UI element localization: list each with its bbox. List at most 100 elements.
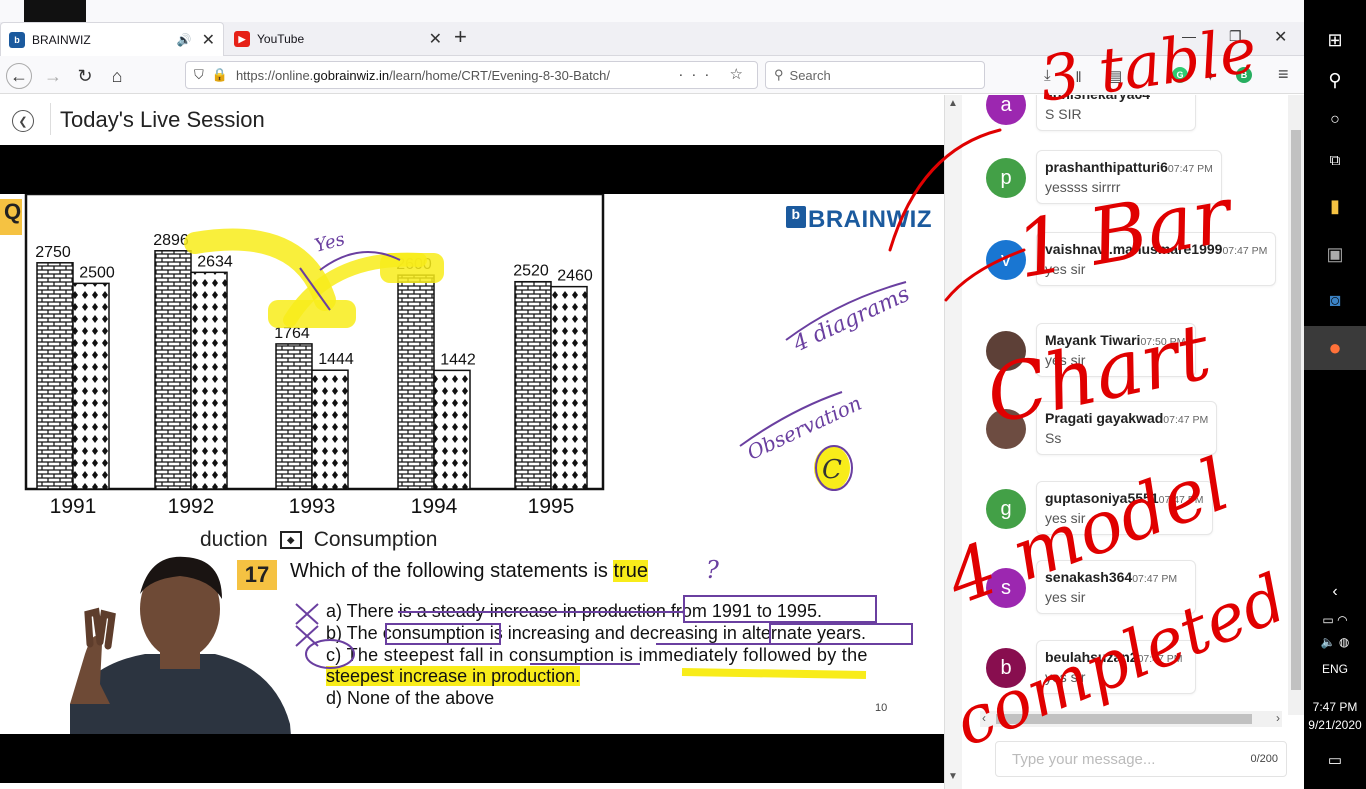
page-actions-icon[interactable]: ··· ☆ <box>678 65 751 83</box>
dark-block <box>24 0 86 22</box>
extension-icon[interactable]: ✦ <box>1204 67 1217 85</box>
scroll-thumb[interactable] <box>996 714 1252 724</box>
minimize-icon[interactable]: — <box>1182 28 1196 44</box>
chat-message: g guptasoniya555107:47 PM yes sir <box>986 481 1286 545</box>
page-scrollbar[interactable]: ▲ ▼ <box>944 95 962 789</box>
message-time: 07:47 PM <box>1222 245 1268 257</box>
speaker-icon[interactable]: 🔊 <box>177 33 192 47</box>
library-icon[interactable]: 𝍪 <box>1076 67 1081 92</box>
char-counter: 0/200 <box>1250 753 1278 765</box>
bar-consumption-1993 <box>311 369 349 490</box>
chat-horizontal-scrollbar[interactable]: ‹ › <box>980 711 1282 727</box>
new-tab-icon[interactable]: + <box>454 24 467 50</box>
avatar: g <box>986 489 1026 529</box>
avatar: b <box>986 648 1026 688</box>
reader-icon[interactable]: ▤ <box>1108 67 1122 85</box>
close-window-icon[interactable]: ✕ <box>1274 27 1287 47</box>
scroll-left-icon[interactable]: ‹ <box>982 711 986 725</box>
close-tab-icon[interactable]: ✕ <box>429 29 442 49</box>
chat-message-list[interactable]: aabhishekarya64S SIR pprashanthipatturi60… <box>962 95 1288 715</box>
windows-start-icon[interactable]: ⊞ <box>1304 20 1366 60</box>
reload-icon[interactable]: ↻ <box>72 63 98 89</box>
file-explorer-icon[interactable]: ▮ <box>1304 186 1366 226</box>
page-title: Today's Live Session <box>60 107 265 132</box>
bar-production-1992 <box>154 250 192 490</box>
recorder-icon[interactable]: ▣ <box>1304 234 1366 274</box>
navigation-bar: ← → ↻ ⌂ ⛉ 🔒 https://online.gobrainwiz.in… <box>0 56 1304 94</box>
scroll-right-icon[interactable]: › <box>1276 711 1280 725</box>
message-bubble: prashanthipatturi607:47 PM yessss sirrrr <box>1036 150 1222 204</box>
x-tick-label: 1994 <box>411 495 458 518</box>
camera-icon[interactable]: ◙ <box>1304 280 1366 320</box>
message-time: 07:47 PM <box>1137 653 1183 665</box>
presenter-video <box>70 556 291 734</box>
option-d: d) None of the above <box>326 688 495 708</box>
search-icon: ⚲ <box>774 67 784 82</box>
clock-date[interactable]: 9/21/2020 <box>1304 718 1366 732</box>
volume-icon[interactable]: 🔈 ◍ <box>1304 622 1366 662</box>
scroll-thumb[interactable] <box>1291 130 1301 690</box>
windows-taskbar: ⊞ ⚲ ○ ⧉ ▮ ▣ ◙ ● ‹ ▭ ◠ 🔈 ◍ ENG 7:47 PM 9/… <box>1304 0 1366 789</box>
chart-legend: duction ◆ Consumption <box>200 528 437 552</box>
menu-icon[interactable]: ≡ <box>1278 64 1289 85</box>
message-text: yes sir <box>1045 261 1086 277</box>
chat-input-box[interactable]: 0/200 <box>995 741 1287 777</box>
message-text: yes sir <box>1045 669 1086 685</box>
tab-brainwiz[interactable]: b BRAINWIZ 🔊 ✕ <box>0 22 224 56</box>
bar-production-1993 <box>275 343 313 490</box>
language-indicator[interactable]: ENG <box>1304 662 1366 676</box>
bar-production-1994 <box>397 274 435 490</box>
chat-scrollbar[interactable] <box>1288 95 1304 715</box>
video-player[interactable]: Q b BRAINWIZ 2750 2500 1991 2896 2634 1992 1764… <box>0 145 944 783</box>
chat-message-input[interactable] <box>1012 750 1251 768</box>
data-label-production-1992: 2896 <box>153 232 189 249</box>
message-bubble: senakash36407:47 PM yes sir <box>1036 560 1196 614</box>
window-top-strip <box>0 0 1304 22</box>
message-time: 07:47 PM <box>1163 414 1209 426</box>
shield-icon[interactable]: ⛉ <box>194 67 204 83</box>
option-c-continued: steepest increase in production. <box>326 666 581 686</box>
restore-icon[interactable]: ❐ <box>1229 28 1242 45</box>
option-a: a) There is a steady increase in product… <box>326 601 822 621</box>
search-box[interactable]: ⚲ Search <box>765 61 985 89</box>
chat-message: p prashanthipatturi607:47 PM yessss sirrrr <box>986 150 1286 214</box>
tab-youtube[interactable]: ▶ YouTube ✕ <box>226 22 450 56</box>
avatar <box>986 331 1026 371</box>
data-label-consumption-1993: 1444 <box>318 351 354 368</box>
chat-message: a abhishekarya64 S SIR <box>986 95 1286 141</box>
back-icon[interactable]: ← <box>6 63 32 89</box>
bar-production-1995 <box>514 280 552 490</box>
scroll-up-icon[interactable]: ▲ <box>948 98 958 109</box>
question-text: Which of the following statements is tru… <box>290 560 648 582</box>
lock-icon[interactable]: 🔒 <box>212 67 228 83</box>
cortana-icon[interactable]: ○ <box>1304 100 1366 140</box>
data-label-production-1991: 2750 <box>35 244 71 261</box>
url-bar[interactable]: ⛉ 🔒 https://online.gobrainwiz.in/learn/h… <box>185 61 758 89</box>
chat-message: s senakash36407:47 PM yes sir <box>986 560 1286 624</box>
message-time: 07:47 PM <box>1167 163 1213 175</box>
download-icon[interactable]: ⤓ <box>1044 67 1051 84</box>
home-icon[interactable]: ⌂ <box>104 63 130 89</box>
grammarly-icon[interactable]: G <box>1172 67 1188 83</box>
sender-name: Mayank Tiwari07:50 PM <box>1045 332 1186 348</box>
extension-b-icon[interactable]: B <box>1236 67 1252 83</box>
message-bubble: beulahsuzan207:47 PM yes sir <box>1036 640 1196 694</box>
scroll-down-icon[interactable]: ▼ <box>948 771 958 782</box>
divider <box>50 103 51 135</box>
clock-time[interactable]: 7:47 PM <box>1304 700 1366 714</box>
chat-message: v vaishnavi.manusmare199907:47 PM yes sir <box>986 232 1286 296</box>
message-time: 07:50 PM <box>1140 336 1186 348</box>
message-bubble: guptasoniya555107:47 PM yes sir <box>1036 481 1213 535</box>
close-tab-icon[interactable]: ✕ <box>202 30 215 50</box>
sender-name: senakash36407:47 PM <box>1045 569 1178 585</box>
message-text: yes sir <box>1045 352 1086 368</box>
search-icon[interactable]: ⚲ <box>1304 60 1366 100</box>
forward-icon[interactable]: → <box>40 63 66 89</box>
message-bubble: vaishnavi.manusmare199907:47 PM yes sir <box>1036 232 1277 286</box>
message-time: 07:47 PM <box>1158 494 1204 506</box>
notifications-icon[interactable]: ▭ <box>1304 740 1366 780</box>
firefox-icon[interactable]: ● <box>1304 326 1366 370</box>
x-tick-label: 1992 <box>168 495 215 518</box>
back-circle-icon[interactable]: ❮ <box>12 110 34 132</box>
task-view-icon[interactable]: ⧉ <box>1304 140 1366 180</box>
